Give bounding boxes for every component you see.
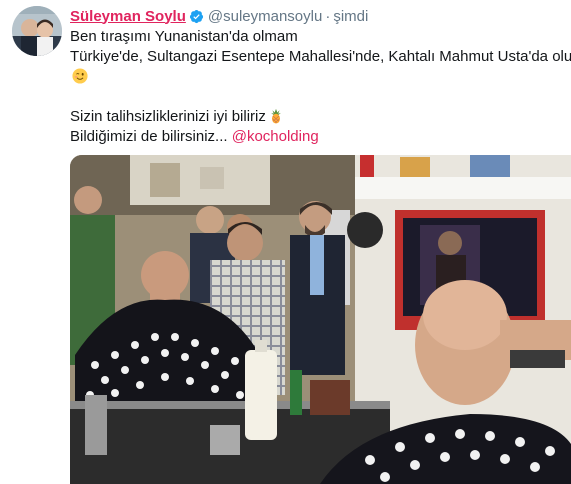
mention-link[interactable]: @kocholding	[232, 128, 319, 145]
winking-face-emoji	[72, 68, 88, 84]
tweet[interactable]: Süleyman Soylu @suleymansoylu · şimdi Be…	[0, 0, 571, 484]
handle[interactable]: @suleymansoylu	[208, 8, 322, 25]
text-line: Bildiğimizi de bilirsiniz... @kocholding	[70, 127, 565, 147]
avatar[interactable]	[12, 6, 62, 56]
text-line: Ben tıraşımı Yunanistan'da olmam	[70, 28, 298, 45]
emoji-line	[70, 67, 565, 87]
text-line: Türkiye'de, Sultangazi Esentepe Mahalles…	[70, 48, 571, 65]
avatar-photo	[12, 6, 62, 56]
pineapple-emoji	[270, 108, 281, 124]
text-line-content: Bildiğimizi de bilirsiniz...	[70, 128, 228, 145]
text-line: Sizin talihsizliklerinizi iyi biliriz	[70, 107, 565, 127]
verified-badge-icon	[189, 9, 203, 23]
tweet-photo[interactable]	[70, 155, 571, 484]
tweet-text: Ben tıraşımı Yunanistan'da olmam Türkiye…	[70, 27, 571, 147]
display-name[interactable]: Süleyman Soylu	[70, 8, 186, 25]
barbershop-photo	[70, 155, 571, 484]
timestamp[interactable]: şimdi	[333, 8, 368, 25]
text-line-content: Sizin talihsizliklerinizi iyi biliriz	[70, 108, 266, 125]
tweet-header: Süleyman Soylu @suleymansoylu · şimdi	[70, 6, 368, 26]
separator-dot: ·	[325, 7, 331, 25]
